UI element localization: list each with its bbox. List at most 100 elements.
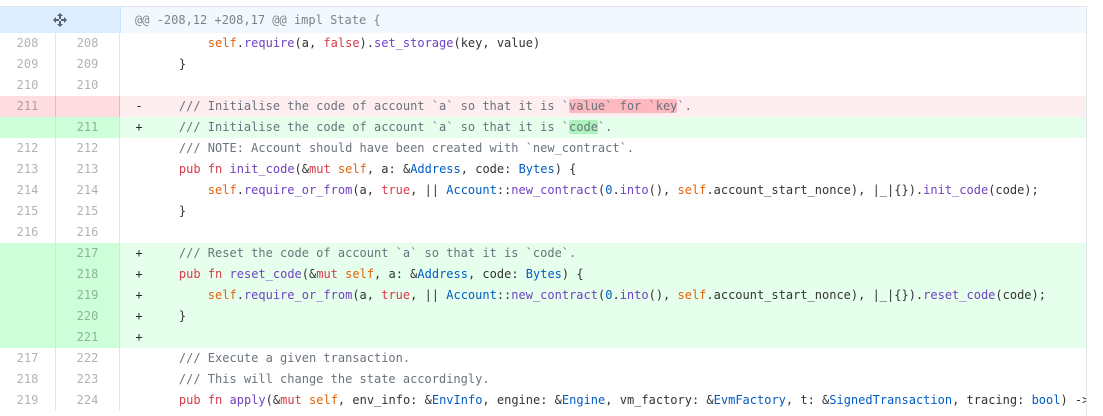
new-line-number[interactable]: 209: [56, 54, 120, 75]
code-line: + /// Initialise the code of account `a`…: [120, 117, 1086, 138]
old-line-number[interactable]: [0, 306, 56, 327]
diff-line-ctx: 209 209 }: [0, 54, 1086, 75]
diff-line-ctx: 218 223 /// This will change the state ac…: [0, 369, 1086, 390]
code-line: + self.require_or_from(a, true, || Accou…: [120, 285, 1086, 306]
code-text: self.require_or_from(a, true, || Account…: [207, 288, 1046, 302]
diff-line-add: 219 + self.require_or_from(a, true, || Ac…: [0, 285, 1086, 306]
diff-line-ctx: 210 210: [0, 75, 1086, 96]
new-line-number[interactable]: 212: [56, 138, 120, 159]
code-text: }: [150, 204, 187, 218]
code-line: + pub fn reset_code(&mut self, a: &Addre…: [120, 264, 1086, 285]
new-line-number[interactable]: 221: [56, 327, 120, 348]
code-line: + /// Reset the code of account `a` so t…: [120, 243, 1086, 264]
diff-line-add: 220 + }: [0, 306, 1086, 327]
old-line-number[interactable]: [0, 243, 56, 264]
code-text: /// NOTE: Account should have been creat…: [150, 141, 635, 155]
diff-marker: +: [135, 267, 143, 281]
diff-line-ctx: 208 208 self.require(a, false).set_storag…: [0, 33, 1086, 54]
diff-line-ctx: 215 215 }: [0, 201, 1086, 222]
new-line-number[interactable]: [56, 96, 120, 117]
old-line-number[interactable]: 215: [0, 201, 56, 222]
diff-line-add: 217 + /// Reset the code of account `a` s…: [0, 243, 1086, 264]
code-text: pub fn init_code(&mut self, a: &Address,…: [178, 162, 577, 176]
new-line-number[interactable]: 208: [56, 33, 120, 54]
diff-line-ctx: 213 213 pub fn init_code(&mut self, a: &A…: [0, 159, 1086, 180]
old-line-number[interactable]: 218: [0, 369, 56, 390]
code-text: /// Initialise the code of account `a` s…: [150, 99, 692, 113]
diff-line-del: 211 - /// Initialise the code of account …: [0, 96, 1086, 117]
old-line-number[interactable]: 214: [0, 180, 56, 201]
diff-lines: 208 208 self.require(a, false).set_storag…: [0, 33, 1086, 411]
old-line-number[interactable]: 209: [0, 54, 56, 75]
code-line: pub fn apply(&mut self, env_info: &EnvIn…: [120, 390, 1086, 411]
new-line-number[interactable]: 210: [56, 75, 120, 96]
diff-line-add: 218 + pub fn reset_code(&mut self, a: &Ad…: [0, 264, 1086, 285]
code-line: +: [120, 327, 1086, 348]
code-text: self.require_or_from(a, true, || Account…: [207, 183, 1039, 197]
new-line-number[interactable]: 215: [56, 201, 120, 222]
new-line-number[interactable]: 217: [56, 243, 120, 264]
old-line-number[interactable]: 216: [0, 222, 56, 243]
diff-line-ctx: 212 212 /// NOTE: Account should have bee…: [0, 138, 1086, 159]
code-text: /// Initialise the code of account `a` s…: [150, 120, 613, 134]
new-line-number[interactable]: 216: [56, 222, 120, 243]
code-text: pub fn reset_code(&mut self, a: &Address…: [178, 267, 584, 281]
new-line-number[interactable]: 222: [56, 348, 120, 369]
old-line-number[interactable]: 213: [0, 159, 56, 180]
code-text: self.require(a, false).set_storage(key, …: [207, 36, 541, 50]
old-line-number[interactable]: 212: [0, 138, 56, 159]
diff-line-add: 221 +: [0, 327, 1086, 348]
old-line-number[interactable]: 208: [0, 33, 56, 54]
new-line-number[interactable]: 219: [56, 285, 120, 306]
diff-line-ctx: 219 224 pub fn apply(&mut self, env_info:…: [0, 390, 1086, 411]
new-line-number[interactable]: 214: [56, 180, 120, 201]
code-text: }: [150, 309, 187, 323]
new-line-number[interactable]: 218: [56, 264, 120, 285]
code-line: }: [120, 201, 1086, 222]
diff-view: @@ -208,12 +208,17 @@ impl State { 208 20…: [0, 6, 1087, 416]
code-line: /// This will change the state according…: [120, 369, 1086, 390]
expand-button[interactable]: [0, 7, 121, 33]
diff-marker: -: [135, 99, 143, 113]
code-line: /// Execute a given transaction.: [120, 348, 1086, 369]
code-line: pub fn init_code(&mut self, a: &Address,…: [120, 159, 1086, 180]
diff-marker: +: [135, 288, 143, 302]
code-line: - /// Initialise the code of account `a`…: [120, 96, 1086, 117]
diff-marker: +: [135, 246, 143, 260]
diff-line-ctx: 216 216: [0, 222, 1086, 243]
code-text: /// Reset the code of account `a` so tha…: [150, 246, 577, 260]
old-line-number[interactable]: 210: [0, 75, 56, 96]
hunk-header: @@ -208,12 +208,17 @@ impl State {: [135, 13, 381, 27]
expand-icon: [53, 13, 67, 27]
old-line-number[interactable]: 217: [0, 348, 56, 369]
diff-line-ctx: 217 222 /// Execute a given transaction.: [0, 348, 1086, 369]
new-line-number[interactable]: 223: [56, 369, 120, 390]
old-line-number[interactable]: [0, 285, 56, 306]
code-line: self.require(a, false).set_storage(key, …: [120, 33, 1086, 54]
code-line: self.require_or_from(a, true, || Account…: [120, 180, 1086, 201]
diff-line-add: 211 + /// Initialise the code of account …: [0, 117, 1086, 138]
code-line: + }: [120, 306, 1086, 327]
old-line-number[interactable]: [0, 117, 56, 138]
diff-marker: +: [135, 120, 143, 134]
hunk-header-row: @@ -208,12 +208,17 @@ impl State {: [0, 7, 1086, 33]
code-text: pub fn apply(&mut self, env_info: &EnvIn…: [178, 393, 1086, 407]
new-line-number[interactable]: 220: [56, 306, 120, 327]
new-line-number[interactable]: 213: [56, 159, 120, 180]
diff-marker: +: [135, 330, 143, 344]
code-text: /// This will change the state according…: [150, 372, 490, 386]
code-line: }: [120, 54, 1086, 75]
new-line-number[interactable]: 224: [56, 390, 120, 411]
diff-line-ctx: 214 214 self.require_or_from(a, true, || …: [0, 180, 1086, 201]
old-line-number[interactable]: [0, 327, 56, 348]
old-line-number[interactable]: 219: [0, 390, 56, 411]
code-line: /// NOTE: Account should have been creat…: [120, 138, 1086, 159]
code-text: }: [150, 57, 187, 71]
new-line-number[interactable]: 211: [56, 117, 120, 138]
old-line-number[interactable]: [0, 264, 56, 285]
code-text: /// Execute a given transaction.: [150, 351, 411, 365]
diff-marker: +: [135, 309, 143, 323]
old-line-number[interactable]: 211: [0, 96, 56, 117]
